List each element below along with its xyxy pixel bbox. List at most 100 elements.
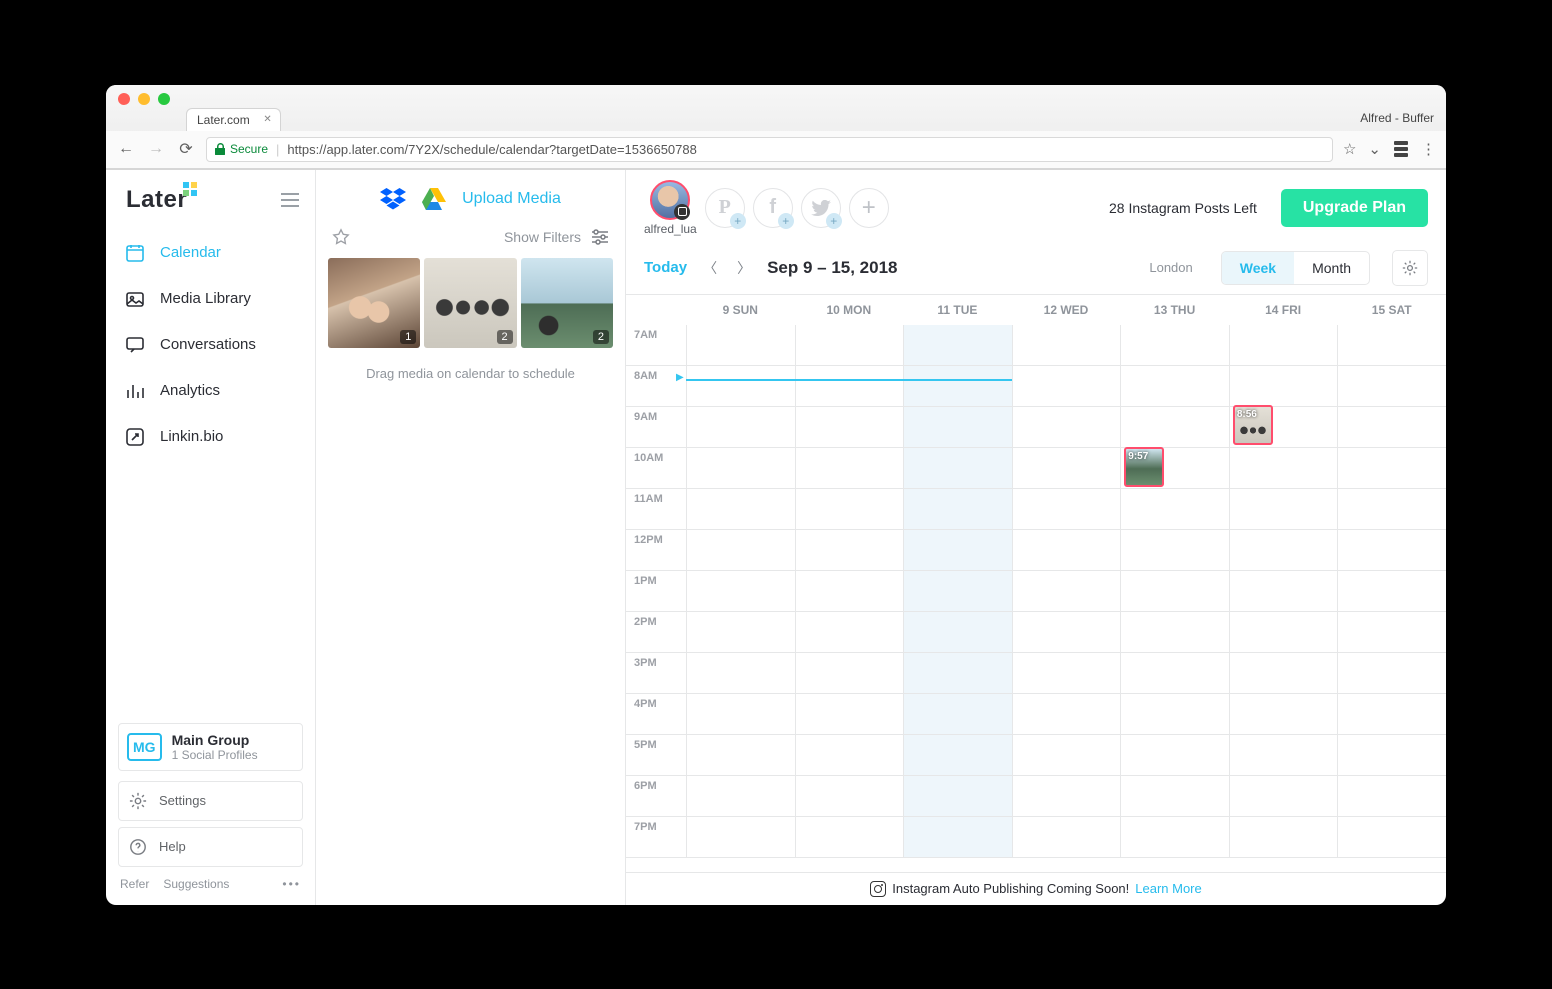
calendar-cell[interactable]	[1337, 489, 1446, 530]
calendar-cell[interactable]	[1120, 530, 1229, 571]
sidebar-item-analytics[interactable]: Analytics	[106, 368, 315, 414]
calendar-cell[interactable]	[1012, 735, 1121, 776]
address-bar[interactable]: Secure | https://app.later.com/7Y2X/sche…	[206, 137, 1333, 162]
calendar-cell[interactable]	[1337, 530, 1446, 571]
google-drive-icon[interactable]	[422, 188, 446, 210]
dropbox-icon[interactable]	[380, 188, 406, 210]
calendar-cell[interactable]	[1120, 325, 1229, 366]
calendar-cell[interactable]	[1337, 407, 1446, 448]
calendar-cell[interactable]	[1229, 694, 1338, 735]
calendar-cell[interactable]	[1337, 612, 1446, 653]
scheduled-post[interactable]: 9:57	[1124, 447, 1164, 487]
close-tab-icon[interactable]: ✕	[263, 114, 271, 125]
add-twitter-button[interactable]: +	[801, 188, 841, 228]
calendar-cell[interactable]	[686, 694, 795, 735]
calendar-cell[interactable]	[1120, 366, 1229, 407]
sidebar-item-linkinbio[interactable]: Linkin.bio	[106, 414, 315, 460]
calendar-cell[interactable]	[1229, 571, 1338, 612]
timezone-label[interactable]: London	[1149, 260, 1192, 275]
calendar-cell[interactable]	[1012, 776, 1121, 817]
calendar-cell[interactable]	[795, 694, 904, 735]
calendar-settings-button[interactable]	[1392, 250, 1428, 286]
calendar-cell[interactable]	[1012, 817, 1121, 858]
add-facebook-button[interactable]: f+	[753, 188, 793, 228]
calendar-cell[interactable]	[1229, 325, 1338, 366]
month-view-button[interactable]: Month	[1294, 252, 1369, 284]
calendar-cell[interactable]	[795, 530, 904, 571]
calendar-cell[interactable]	[1229, 612, 1338, 653]
calendar-cell[interactable]	[903, 366, 1012, 407]
today-button[interactable]: Today	[644, 259, 687, 276]
sidebar-item-calendar[interactable]: Calendar	[106, 230, 315, 276]
calendar-cell[interactable]	[1012, 694, 1121, 735]
calendar-cell[interactable]	[686, 817, 795, 858]
browser-reload-button[interactable]: ⟳	[176, 139, 196, 159]
calendar-cell[interactable]	[1337, 817, 1446, 858]
more-menu-icon[interactable]: •••	[282, 877, 301, 891]
browser-back-button[interactable]: ←	[116, 140, 136, 158]
calendar-cell[interactable]	[1120, 571, 1229, 612]
window-close-button[interactable]	[118, 93, 130, 105]
calendar-cell[interactable]	[1012, 612, 1121, 653]
calendar-cell[interactable]	[795, 653, 904, 694]
later-logo[interactable]: Later	[126, 186, 187, 214]
calendar-cell[interactable]	[903, 530, 1012, 571]
calendar-cell[interactable]	[686, 489, 795, 530]
calendar-cell[interactable]	[1012, 653, 1121, 694]
calendar-cell[interactable]	[686, 571, 795, 612]
show-filters-button[interactable]: Show Filters	[504, 229, 609, 245]
calendar-cell[interactable]	[1337, 448, 1446, 489]
profile-avatar[interactable]	[650, 180, 690, 220]
calendar-cell[interactable]	[795, 407, 904, 448]
buffer-extension-icon[interactable]	[1393, 141, 1409, 157]
calendar-cell[interactable]	[686, 776, 795, 817]
browser-tab[interactable]: Later.com ✕	[186, 108, 281, 131]
calendar-cell[interactable]	[1337, 571, 1446, 612]
pocket-icon[interactable]: ⌄	[1368, 140, 1381, 158]
browser-forward-button[interactable]: →	[146, 140, 166, 158]
prev-week-button[interactable]: 〈	[699, 258, 721, 278]
calendar-cell[interactable]	[795, 325, 904, 366]
calendar-cell[interactable]	[1337, 653, 1446, 694]
add-profile-button[interactable]: +	[849, 188, 889, 228]
calendar-cell[interactable]	[1229, 448, 1338, 489]
calendar-cell[interactable]	[1229, 653, 1338, 694]
calendar-cell[interactable]	[1229, 776, 1338, 817]
calendar-cell[interactable]	[1012, 366, 1121, 407]
calendar-cell[interactable]	[1120, 612, 1229, 653]
calendar-cell[interactable]	[1012, 489, 1121, 530]
calendar-cell[interactable]	[686, 653, 795, 694]
calendar-cell[interactable]	[903, 448, 1012, 489]
calendar-cell[interactable]	[686, 448, 795, 489]
calendar-cell[interactable]	[686, 530, 795, 571]
window-maximize-button[interactable]	[158, 93, 170, 105]
media-thumbnail[interactable]: 2	[521, 258, 613, 348]
upgrade-plan-button[interactable]: Upgrade Plan	[1281, 189, 1428, 227]
calendar-cell[interactable]	[903, 653, 1012, 694]
add-pinterest-button[interactable]: P+	[705, 188, 745, 228]
calendar-cell[interactable]	[795, 817, 904, 858]
media-thumbnail[interactable]: 2	[424, 258, 516, 348]
calendar-cell[interactable]	[903, 571, 1012, 612]
calendar-cell[interactable]	[686, 325, 795, 366]
calendar-cell[interactable]	[686, 407, 795, 448]
suggestions-link[interactable]: Suggestions	[163, 877, 229, 891]
calendar-cell[interactable]	[1337, 776, 1446, 817]
next-week-button[interactable]: 〉	[733, 258, 755, 278]
bookmark-star-icon[interactable]: ☆	[1343, 140, 1356, 158]
sidebar-toggle-button[interactable]	[281, 193, 299, 207]
calendar-cell[interactable]	[1120, 407, 1229, 448]
calendar-cell[interactable]	[903, 489, 1012, 530]
calendar-cell[interactable]	[1337, 694, 1446, 735]
calendar-cell[interactable]	[903, 325, 1012, 366]
calendar-cell[interactable]	[903, 776, 1012, 817]
calendar-cell[interactable]	[795, 448, 904, 489]
window-minimize-button[interactable]	[138, 93, 150, 105]
calendar-cell[interactable]	[903, 735, 1012, 776]
calendar-cell[interactable]	[903, 694, 1012, 735]
calendar-cell[interactable]	[1012, 530, 1121, 571]
calendar-cell[interactable]	[1120, 489, 1229, 530]
calendar-cell[interactable]	[1229, 817, 1338, 858]
media-thumbnail[interactable]: 1	[328, 258, 420, 348]
calendar-cell[interactable]	[1337, 735, 1446, 776]
